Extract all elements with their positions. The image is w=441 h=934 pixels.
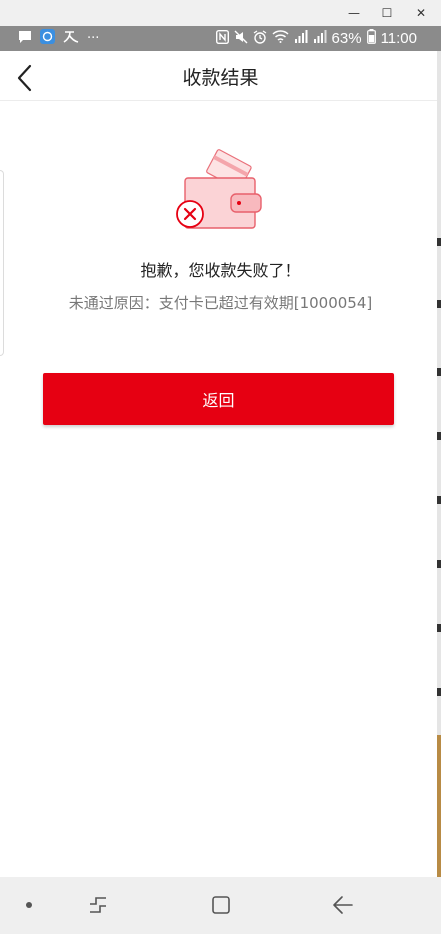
- status-bar: ··· 63% 11:00: [0, 26, 441, 51]
- status-time: 11:00: [380, 30, 417, 47]
- maximize-button[interactable]: ☐: [376, 4, 398, 22]
- signal-icon: [313, 30, 327, 47]
- background-strip-mark: [437, 432, 441, 440]
- failed-wallet-icon: [176, 149, 262, 229]
- battery-percent: 63%: [331, 30, 362, 47]
- mute-icon: [234, 30, 248, 48]
- nfc-icon: [215, 29, 229, 48]
- system-back-button[interactable]: [323, 889, 363, 921]
- background-strip-mark: [437, 560, 441, 568]
- dot-icon: [26, 902, 32, 908]
- background-strip-mark: [437, 368, 441, 376]
- home-icon: [212, 896, 230, 914]
- app-icon: [63, 29, 79, 48]
- failure-reason: 未通过原因：支付卡已超过有效期[1000054]: [68, 294, 373, 312]
- recent-apps-button[interactable]: [78, 889, 118, 921]
- recent-apps-icon: [90, 897, 106, 913]
- page-title: 收款结果: [182, 67, 259, 89]
- minimize-button[interactable]: —: [343, 4, 365, 22]
- nav-dot-button[interactable]: [9, 889, 49, 921]
- more-icon: ···: [87, 31, 100, 46]
- background-strip-mark: [437, 624, 441, 632]
- signal-icon: [294, 30, 308, 47]
- background-strip-mark: [437, 688, 441, 696]
- battery-icon: [366, 29, 376, 48]
- alarm-icon: [253, 29, 267, 48]
- back-icon: [333, 896, 353, 914]
- return-button[interactable]: 返回: [43, 373, 394, 425]
- background-strip-mark: [437, 238, 441, 246]
- message-icon: [18, 30, 32, 48]
- result-title: 抱歉，您收款失败了！: [140, 261, 301, 280]
- background-strip-mark: [437, 496, 441, 504]
- close-window-button[interactable]: ✕: [410, 4, 432, 22]
- window-titlebar: — ☐ ✕: [0, 0, 441, 26]
- background-strip-mark: [437, 300, 441, 308]
- home-button[interactable]: [201, 889, 241, 921]
- app-header: 收款结果: [0, 51, 441, 101]
- system-nav-bar: [0, 877, 441, 934]
- browser-icon: [40, 29, 55, 48]
- wifi-icon: [272, 30, 289, 47]
- background-strip-image: [437, 735, 441, 877]
